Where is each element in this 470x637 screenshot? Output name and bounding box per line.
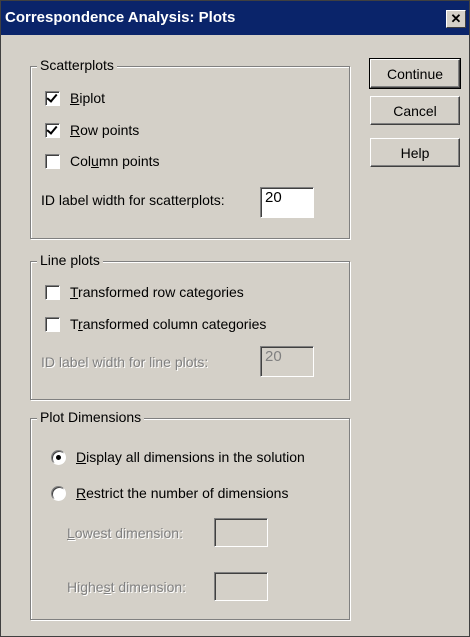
column-points-checkbox[interactable] [45, 153, 60, 169]
highest-dimension-row: Highest dimension: [67, 579, 186, 595]
lowest-dimension-label: Lowest dimension: [67, 525, 183, 541]
display-all-label: Display all dimensions in the solution [76, 449, 305, 465]
biplot-label: Biplot [70, 90, 106, 106]
help-button[interactable]: Help [370, 138, 460, 167]
lowest-dimension-row: Lowest dimension: [67, 525, 183, 541]
close-button[interactable]: ✕ [446, 10, 466, 28]
transformed-col-label: Transformed column categories [70, 316, 267, 332]
title-bar[interactable]: Correspondence Analysis: Plots ✕ [1, 1, 469, 35]
dialog-title: Correspondence Analysis: Plots [5, 9, 236, 26]
line-id-width-input[interactable]: 20 [260, 346, 314, 377]
line-plots-legend: Line plots [37, 252, 103, 268]
plot-dimensions-legend: Plot Dimensions [37, 409, 145, 425]
highest-dimension-label: Highest dimension: [67, 579, 187, 595]
line-plots-group: Line plots Transformed row categories Tr… [30, 252, 350, 400]
row-points-checkbox-row[interactable]: Row points [45, 122, 139, 138]
transformed-col-checkbox-row[interactable]: Transformed column categories [45, 316, 266, 332]
lowest-dimension-input[interactable] [214, 518, 268, 547]
column-points-label: Column points [70, 153, 160, 169]
highest-dimension-input[interactable] [214, 572, 268, 601]
transformed-row-label: Transformed row categories [70, 284, 244, 300]
row-points-label: Row points [70, 122, 140, 138]
line-id-width-row: ID label width for line plots: [41, 354, 208, 370]
cancel-label: Cancel [393, 102, 437, 119]
scatterplots-legend: Scatterplots [37, 57, 117, 73]
biplot-checkbox-row[interactable]: Biplot [45, 90, 105, 106]
biplot-checkbox[interactable] [45, 90, 60, 106]
transformed-row-checkbox-row[interactable]: Transformed row categories [45, 284, 244, 300]
line-id-width-label: ID label width for line plots: [41, 354, 209, 370]
help-label: Help [400, 144, 430, 161]
display-all-radio[interactable] [51, 449, 66, 465]
restrict-radio-row[interactable]: Restrict the number of dimensions [51, 485, 288, 501]
cancel-button[interactable]: Cancel [370, 96, 460, 125]
continue-label: Continue [386, 65, 444, 82]
row-points-checkbox[interactable] [45, 122, 60, 138]
scatter-id-width-label: ID label width for scatterplots: [41, 192, 225, 208]
restrict-label: Restrict the number of dimensions [76, 485, 289, 501]
continue-button[interactable]: Continue [369, 58, 461, 89]
display-all-radio-row[interactable]: Display all dimensions in the solution [51, 449, 305, 465]
close-icon: ✕ [450, 11, 462, 26]
scatter-id-width-input[interactable]: 20 [260, 187, 314, 218]
scatterplots-group: Scatterplots Biplot Row points Column po… [30, 57, 350, 239]
transformed-row-checkbox[interactable] [45, 284, 60, 300]
restrict-radio[interactable] [51, 485, 66, 501]
dialog-window: Correspondence Analysis: Plots ✕ Continu… [0, 0, 470, 637]
plot-dimensions-group: Plot Dimensions Display all dimensions i… [30, 409, 350, 620]
column-points-checkbox-row[interactable]: Column points [45, 153, 160, 169]
scatter-id-width-row: ID label width for scatterplots: [41, 192, 225, 208]
transformed-col-checkbox[interactable] [45, 316, 60, 332]
